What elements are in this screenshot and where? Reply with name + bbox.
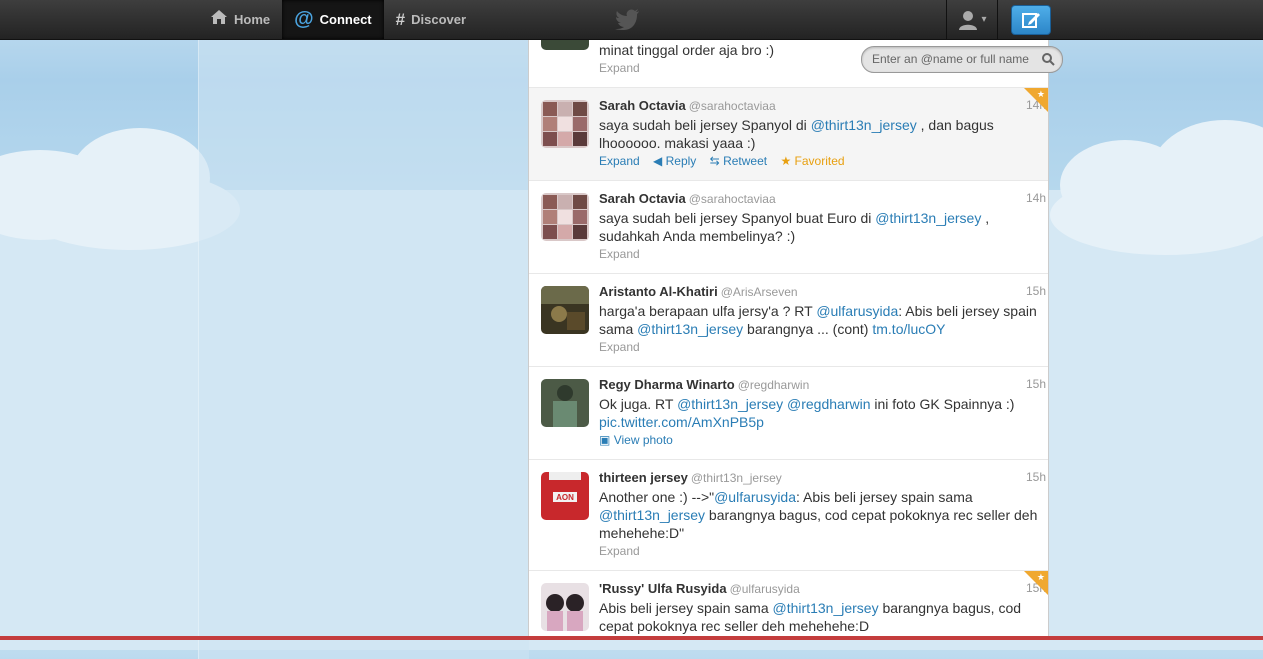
primary-nav: Home @ Connect # Discover bbox=[198, 0, 478, 39]
tweet-author-handle[interactable]: @sarahoctaviaa bbox=[689, 99, 776, 113]
dashboard-column bbox=[198, 39, 529, 659]
nav-discover-label: Discover bbox=[411, 12, 467, 27]
tweet-text-part: saya sudah beli jersey Spanyol buat Euro… bbox=[599, 210, 876, 226]
mention-link[interactable]: @thirt13n_jersey bbox=[677, 396, 783, 412]
twitter-bird-icon[interactable] bbox=[614, 8, 640, 30]
tweet-author-name[interactable]: thirteen jersey bbox=[599, 470, 688, 485]
tweet-text-part: harga'a berapaan ulfa jersy'a ? RT bbox=[599, 303, 817, 319]
favorited-label: Favorited bbox=[794, 154, 845, 168]
star-icon: ★ bbox=[1036, 89, 1045, 99]
expand-link[interactable]: Expand bbox=[599, 340, 640, 354]
tweet[interactable]: 'Russy' Ulfa Rusyida @ulfarusyida Abis be… bbox=[529, 571, 1048, 640]
tweet-text-part: saya sudah beli jersey Spanyol di bbox=[599, 117, 811, 133]
tweet-author-name[interactable]: Regy Dharma Winarto bbox=[599, 377, 735, 392]
search-icon[interactable] bbox=[1041, 52, 1055, 71]
tweet-text: Ok juga. RT @thirt13n_jersey @regdharwin… bbox=[599, 395, 1039, 431]
nav-connect-label: Connect bbox=[319, 12, 372, 27]
avatar[interactable] bbox=[541, 193, 589, 241]
top-navigation-bar: Home @ Connect # Discover ▾ bbox=[0, 0, 1263, 40]
svg-text:AON: AON bbox=[556, 493, 574, 502]
tweet[interactable]: AON thirteen jersey @thirt13n_jersey Anot… bbox=[529, 460, 1048, 571]
url-link[interactable]: tm.to/lucOY bbox=[872, 321, 945, 337]
tweet-author-handle[interactable]: @ArisArseven bbox=[721, 285, 798, 299]
retweet-icon: ⇆ bbox=[709, 154, 720, 168]
star-icon: ★ bbox=[780, 154, 792, 168]
nav-connect[interactable]: @ Connect bbox=[282, 0, 384, 39]
user-icon bbox=[959, 10, 978, 30]
search-box bbox=[861, 46, 1063, 73]
compose-tweet-button[interactable] bbox=[1011, 5, 1051, 35]
tweet-text-part: Another one :) -->" bbox=[599, 489, 715, 505]
view-photo-label: View photo bbox=[613, 433, 673, 447]
view-photo-link[interactable]: ▣ View photo bbox=[599, 433, 673, 447]
nav-home-label: Home bbox=[234, 12, 271, 27]
tweet-timestamp[interactable]: 14h bbox=[1026, 191, 1046, 205]
photo-icon: ▣ bbox=[599, 433, 611, 447]
chevron-down-icon: ▾ bbox=[981, 14, 987, 25]
tweet-timestamp[interactable]: 15h bbox=[1026, 284, 1046, 298]
user-menu[interactable]: ▾ bbox=[946, 0, 998, 39]
retweet-label: Retweet bbox=[723, 154, 768, 168]
tweet-author-name[interactable]: Sarah Octavia bbox=[599, 191, 686, 206]
tweet-stream: minat tinggal order aja bro :) Expand Sa… bbox=[528, 39, 1049, 640]
nav-discover[interactable]: # Discover bbox=[384, 0, 478, 39]
tweet-text: Abis beli jersey spain sama @thirt13n_je… bbox=[599, 599, 1039, 635]
tweet[interactable]: Regy Dharma Winarto @regdharwin Ok juga. … bbox=[529, 367, 1048, 460]
avatar[interactable] bbox=[541, 286, 589, 334]
tweet-text: harga'a berapaan ulfa jersy'a ? RT @ulfa… bbox=[599, 302, 1039, 338]
tweet-author-handle[interactable]: @ulfarusyida bbox=[730, 582, 800, 596]
favorite-button[interactable]: ★ Favorited bbox=[780, 154, 844, 168]
tweet-author-handle[interactable]: @thirt13n_jersey bbox=[691, 471, 782, 485]
tweet-text: saya sudah beli jersey Spanyol di @thirt… bbox=[599, 116, 1039, 152]
hash-icon: # bbox=[395, 9, 406, 29]
star-icon: ★ bbox=[1036, 572, 1045, 582]
cloud bbox=[1050, 175, 1263, 255]
expand-link[interactable]: Expand bbox=[599, 544, 640, 558]
tweet-text-part: ini foto GK Spainnya :) bbox=[870, 396, 1015, 412]
tweet-text-part: barangnya ... (cont) bbox=[743, 321, 873, 337]
mention-link[interactable]: @thirt13n_jersey bbox=[811, 117, 917, 133]
tweet-author-name[interactable]: Sarah Octavia bbox=[599, 98, 686, 113]
tweet-text-part: Abis beli jersey spain sama bbox=[599, 600, 773, 616]
reply-icon: ◀ bbox=[653, 154, 663, 168]
nav-home[interactable]: Home bbox=[198, 0, 282, 39]
avatar[interactable] bbox=[541, 100, 589, 148]
tweet[interactable]: Sarah Octavia @sarahoctaviaa saya sudah b… bbox=[529, 88, 1048, 181]
tweet-author-handle[interactable]: @regdharwin bbox=[738, 378, 810, 392]
tweet-author-handle[interactable]: @sarahoctaviaa bbox=[689, 192, 776, 206]
mention-link[interactable]: @ulfarusyida bbox=[714, 489, 796, 505]
mention-link[interactable]: @thirt13n_jersey bbox=[875, 210, 981, 226]
search-input[interactable] bbox=[872, 51, 1032, 67]
url-link[interactable]: pic.twitter.com/AmXnPB5p bbox=[599, 414, 764, 430]
avatar[interactable] bbox=[541, 39, 589, 50]
tweet-author-name[interactable]: Aristanto Al-Khatiri bbox=[599, 284, 718, 299]
tweet-timestamp[interactable]: 15h bbox=[1026, 470, 1046, 484]
tweet[interactable]: Sarah Octavia @sarahoctaviaa saya sudah b… bbox=[529, 181, 1048, 274]
expand-link[interactable]: Expand bbox=[599, 61, 640, 75]
page-bottom-edge bbox=[0, 636, 1263, 640]
tweet-author-name[interactable]: 'Russy' Ulfa Rusyida bbox=[599, 581, 727, 596]
mention-link[interactable]: @ulfarusyida bbox=[816, 303, 898, 319]
tweet-timestamp[interactable]: 15h bbox=[1026, 377, 1046, 391]
at-icon: @ bbox=[294, 8, 314, 30]
home-icon bbox=[210, 9, 228, 30]
tweet-text: Another one :) -->"@ulfarusyida: Abis be… bbox=[599, 488, 1039, 542]
tweet-text-part: : Abis beli jersey spain sama bbox=[796, 489, 973, 505]
avatar[interactable] bbox=[541, 379, 589, 427]
avatar[interactable]: AON bbox=[541, 472, 589, 520]
mention-link[interactable]: @thirt13n_jersey bbox=[637, 321, 743, 337]
compose-icon bbox=[1022, 13, 1040, 28]
tweet-text-part: Ok juga. RT bbox=[599, 396, 678, 412]
mention-link[interactable]: @thirt13n_jersey bbox=[773, 600, 879, 616]
reply-button[interactable]: ◀ Reply bbox=[653, 154, 696, 168]
tweet[interactable]: Aristanto Al-Khatiri @ArisArseven harga'a… bbox=[529, 274, 1048, 367]
avatar[interactable] bbox=[541, 583, 589, 631]
retweet-button[interactable]: ⇆ Retweet bbox=[710, 154, 767, 168]
expand-link[interactable]: Expand bbox=[599, 247, 640, 261]
tweet-text: saya sudah beli jersey Spanyol buat Euro… bbox=[599, 209, 1039, 245]
expand-link[interactable]: Expand bbox=[599, 154, 640, 168]
mention-link[interactable]: @regdharwin bbox=[787, 396, 870, 412]
mention-link[interactable]: @thirt13n_jersey bbox=[599, 507, 705, 523]
reply-label: Reply bbox=[665, 154, 697, 168]
